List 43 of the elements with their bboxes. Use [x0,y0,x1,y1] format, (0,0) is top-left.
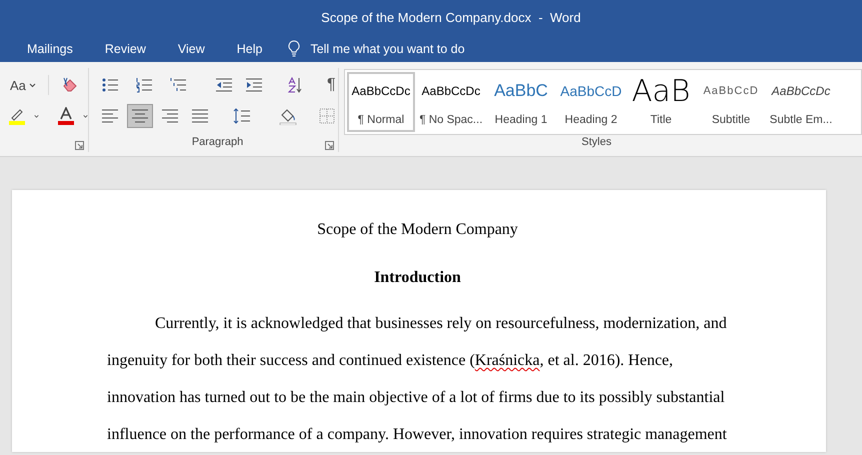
ribbon-tab[interactable]: View [168,38,215,60]
multilevel-list-icon[interactable] [169,77,187,93]
style-preview: AaB [632,74,690,108]
style-preview: AaBbCcDc [772,84,830,98]
ribbon-tab[interactable]: Mailings [17,38,83,60]
font-color-icon[interactable] [57,107,75,125]
highlighter-icon[interactable] [8,107,26,125]
style-preview: AaBbCcD [703,85,759,97]
dialog-launcher-icon[interactable] [75,141,84,150]
eraser-icon[interactable] [60,76,79,94]
ribbon-tab[interactable]: Help [226,38,272,60]
sort-icon[interactable] [287,77,303,93]
align-justify-icon[interactable] [191,107,209,125]
ribbon-tab[interactable]: Review [94,38,156,60]
style-item[interactable]: AaBbCcDc ¶ Normal [347,72,415,132]
show-formatting-marks-button[interactable]: ¶ [323,73,340,97]
decrease-indent-icon[interactable] [215,77,233,93]
window-title: Scope of the Modern Company.docx - Word [321,10,581,25]
line-spacing-icon[interactable] [233,108,251,124]
group-label: Paragraph [192,136,244,148]
dialog-launcher-icon[interactable] [325,141,334,150]
caret-icon[interactable] [28,82,36,88]
style-preview: AaBbCcDc [352,84,410,98]
style-preview: AaBbCcDc [422,84,480,98]
align-left-icon[interactable] [101,107,119,125]
section-heading: Introduction [374,269,461,286]
numbered-list-icon[interactable] [135,77,153,93]
paint-bucket-icon[interactable] [279,107,297,125]
increase-indent-icon[interactable] [245,77,263,93]
group-label: Styles [580,136,612,150]
change-case-button[interactable]: Aa [6,74,40,96]
style-preview: AaBbCcD [560,83,622,99]
lightbulb-icon [288,40,300,57]
caret-icon[interactable] [34,114,39,118]
style-preview: AaBbC [494,81,548,101]
tell-me-search[interactable]: Tell me what you want to do [310,42,465,56]
align-right-icon[interactable] [161,107,179,125]
caret-icon[interactable] [83,114,88,118]
align-center-icon[interactable] [131,107,149,125]
document-title: Scope of the Modern Company [317,221,518,238]
body-paragraph: Currently, it is acknowledged that businesses rely on resourcefulness, modernization, and ingenuity for both their success and continued existence (Kraśnicka, et al. 2016). Hence, innovation has turned out to be the main objective of a lot of firms due to its possibly substantial influence on the performance of a company. However, innovation requires strategic management [107,314,728,445]
borders-icon[interactable] [319,108,335,124]
bullet-list-icon[interactable] [101,77,119,93]
